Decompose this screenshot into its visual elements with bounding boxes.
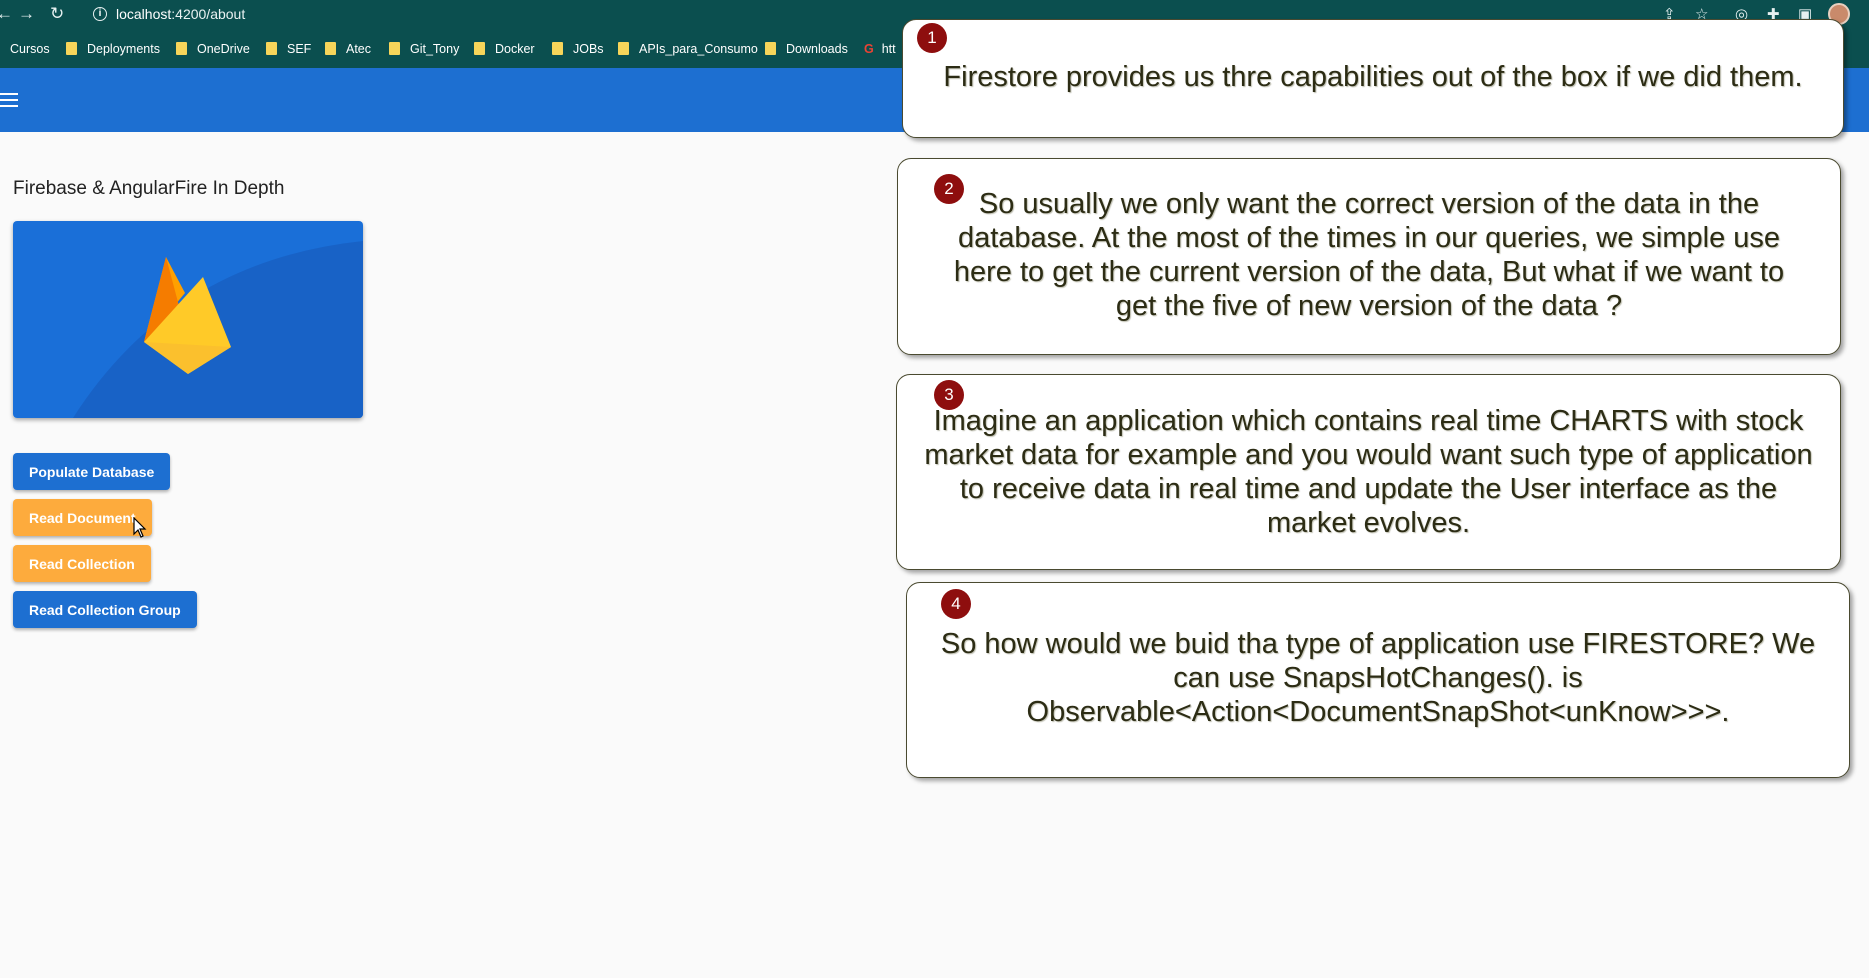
folder-icon	[389, 42, 400, 55]
bookmark-docker[interactable]: Docker	[474, 42, 535, 56]
bookmark-label: Git_Tony	[410, 42, 460, 56]
firebase-logo-card	[13, 221, 363, 418]
bookmark-apis-para-consumo[interactable]: APIs_para_Consumo	[618, 42, 758, 56]
bookmark-label: Cursos	[10, 42, 50, 56]
bookmark-label: Deployments	[87, 42, 160, 56]
url-path: :4200/about	[171, 6, 246, 22]
bookmark-deployments[interactable]: Deployments	[66, 42, 160, 56]
folder-icon	[176, 42, 187, 55]
folder-icon	[618, 42, 629, 55]
callout-2: 2 So usually we only want the correct ve…	[897, 158, 1841, 355]
read-collection-group-button[interactable]: Read Collection Group	[13, 591, 197, 628]
bookmark-google[interactable]: Ghtt	[864, 42, 896, 56]
bookmark-label: Atec	[346, 42, 372, 56]
bookmark-label: OneDrive	[197, 42, 250, 56]
callout-text: So usually we only want the correct vers…	[953, 188, 1785, 322]
bookmark-git-tony[interactable]: Git_Tony	[389, 42, 459, 56]
reload-icon[interactable]: ↻	[50, 4, 64, 24]
firebase-flame-icon	[13, 221, 363, 418]
folder-icon	[66, 42, 77, 55]
bookmark-label: JOBs	[573, 42, 604, 56]
bookmark-onedrive[interactable]: OneDrive	[176, 42, 250, 56]
callout-4: 4 So how would we buid tha type of appli…	[906, 582, 1850, 778]
page-title: Firebase & AngularFire In Depth	[13, 178, 285, 199]
folder-icon	[266, 42, 277, 55]
bookmark-label: SEF	[287, 42, 312, 56]
read-collection-button[interactable]: Read Collection	[13, 545, 151, 582]
back-arrow-icon[interactable]: ←	[0, 4, 13, 24]
read-document-button[interactable]: Read Document	[13, 499, 152, 536]
forward-arrow-icon[interactable]: →	[18, 4, 35, 24]
callout-number-badge: 1	[917, 23, 947, 53]
bookmark-label: Docker	[495, 42, 535, 56]
bookmark-cursos[interactable]: Cursos	[10, 42, 50, 56]
bookmark-label: Downloads	[786, 42, 848, 56]
bookmark-downloads[interactable]: Downloads	[765, 42, 848, 56]
bookmark-label: APIs_para_Consumo	[639, 42, 758, 56]
folder-icon	[552, 42, 563, 55]
bookmark-atec[interactable]: Atec	[325, 42, 371, 56]
callout-text: Imagine an application which contains re…	[924, 405, 1813, 539]
folder-icon	[765, 42, 776, 55]
url-field[interactable]: localhost:4200/about	[116, 6, 245, 22]
callout-text: So how would we buid tha type of applica…	[940, 628, 1816, 728]
folder-icon	[474, 42, 485, 55]
bookmark-sef[interactable]: SEF	[266, 42, 311, 56]
bookmark-jobs[interactable]: JOBs	[552, 42, 604, 56]
screen: ← → ↻ i localhost:4200/about ⇪ ☆ ◎ ✚ ▣ C…	[0, 0, 1869, 978]
google-icon: G	[864, 42, 874, 56]
callout-number-badge: 4	[941, 589, 971, 619]
callout-text: Firestore provides us thre capabilities …	[943, 61, 1803, 93]
mouse-cursor-icon	[133, 517, 147, 538]
bookmark-label: htt	[881, 42, 896, 56]
populate-database-button[interactable]: Populate Database	[13, 453, 171, 490]
folder-icon	[325, 42, 336, 55]
callout-3: 3 Imagine an application which contains …	[896, 374, 1841, 570]
url-host: localhost	[116, 6, 172, 22]
site-info-icon[interactable]: i	[93, 7, 107, 21]
hamburger-menu-icon[interactable]	[0, 93, 18, 107]
callout-1: 1 Firestore provides us thre capabilitie…	[902, 19, 1844, 138]
